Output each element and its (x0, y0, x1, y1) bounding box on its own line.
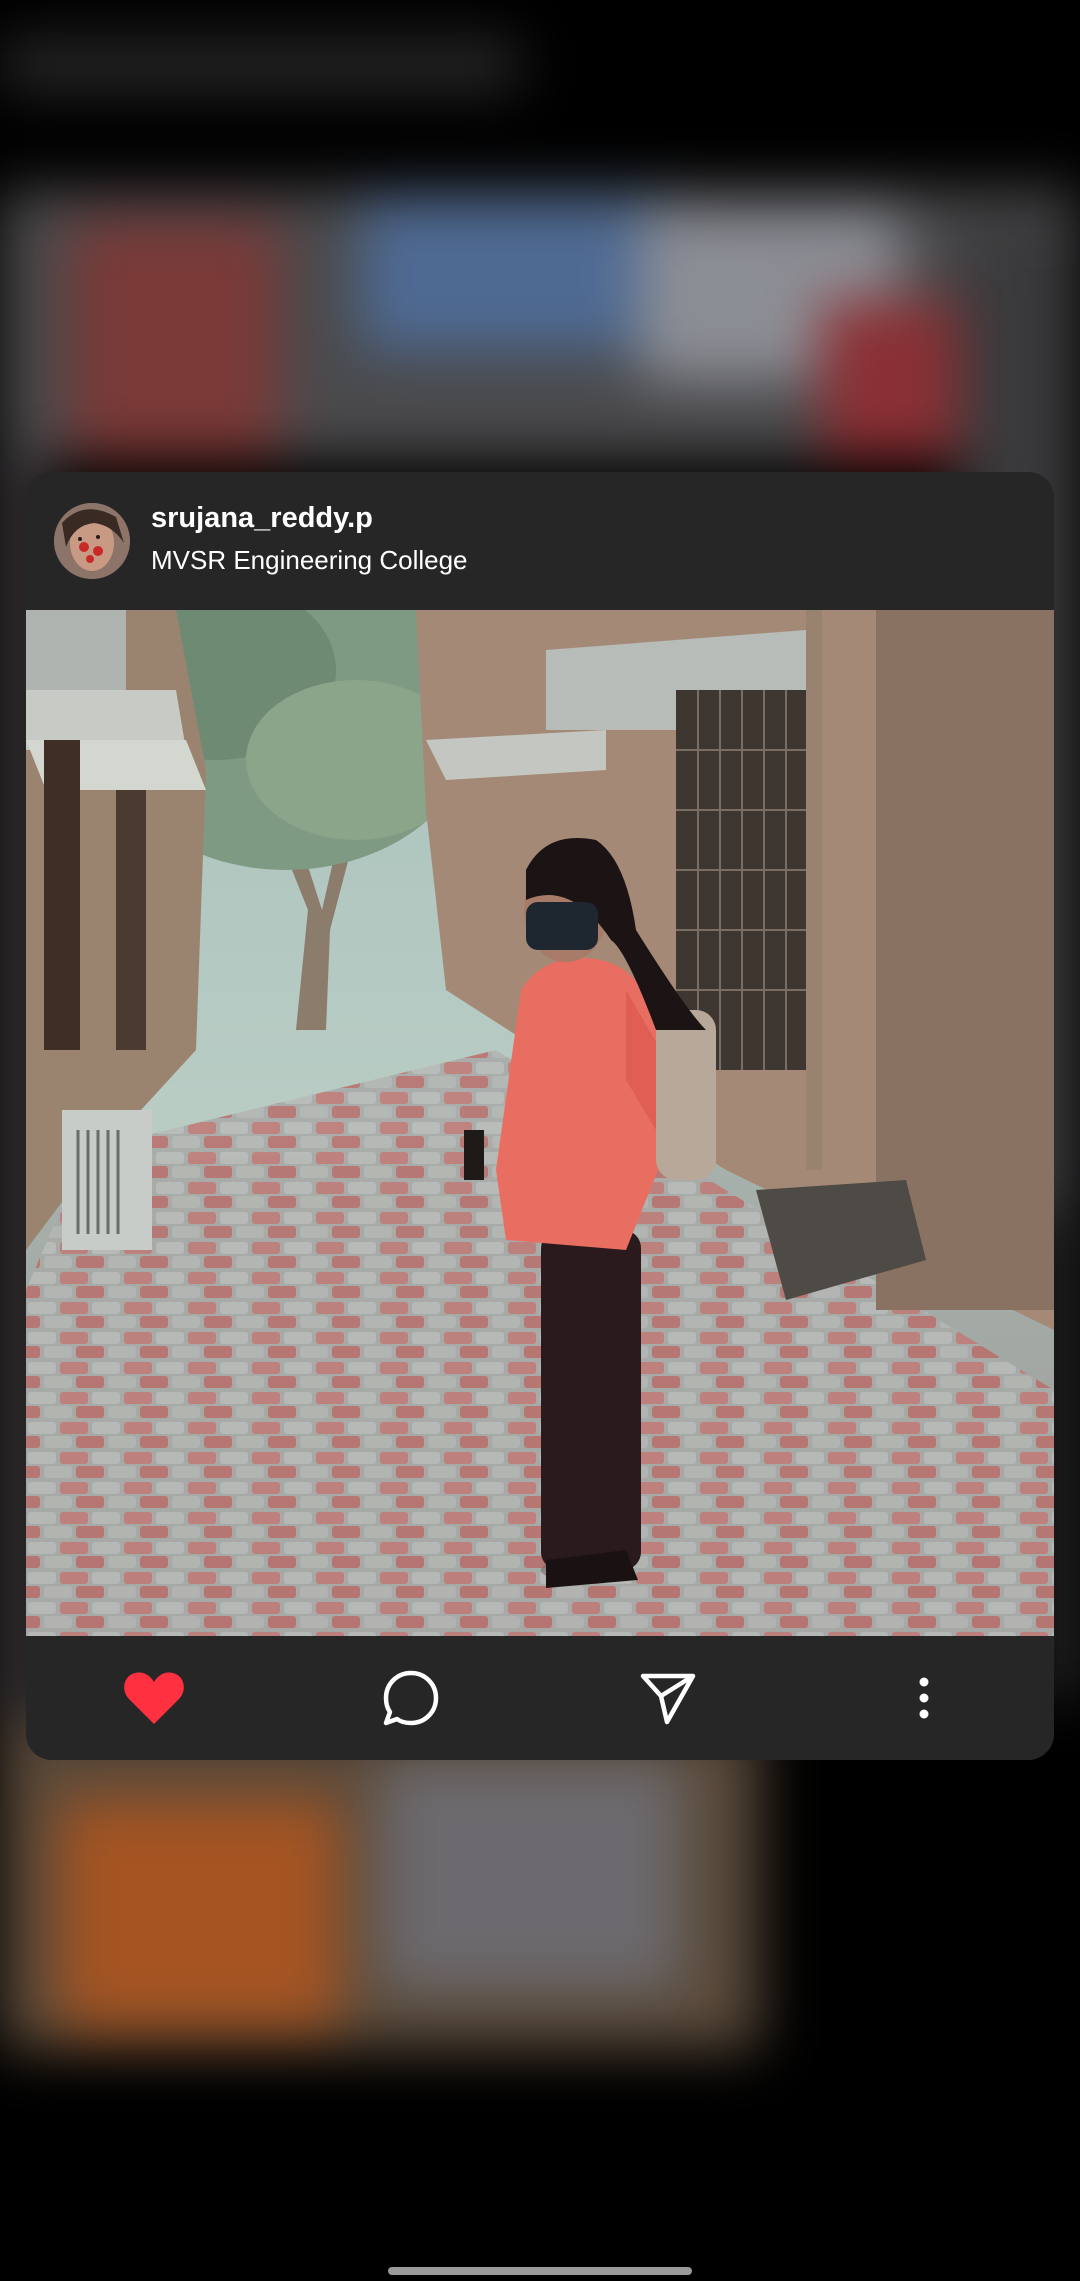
send-icon (640, 1673, 696, 1725)
more-options-button[interactable] (892, 1666, 956, 1730)
post-username[interactable]: srujana_reddy.p (151, 502, 373, 535)
home-indicator[interactable] (388, 2267, 692, 2275)
more-vertical-icon (919, 1677, 929, 1719)
avatar[interactable] (54, 503, 130, 579)
comment-icon (383, 1670, 439, 1726)
screen: srujana_reddy.p MVSR Engineering College (0, 0, 1080, 2281)
post-photo[interactable] (26, 610, 1054, 1636)
post-header: srujana_reddy.p MVSR Engineering College (26, 472, 1054, 610)
like-button[interactable] (122, 1666, 186, 1730)
post-actions-bar (26, 1636, 1054, 1760)
post-preview-card[interactable]: srujana_reddy.p MVSR Engineering College (26, 472, 1054, 1760)
comment-button[interactable] (379, 1666, 443, 1730)
post-location[interactable]: MVSR Engineering College (151, 545, 468, 576)
share-button[interactable] (636, 1666, 700, 1730)
heart-icon (124, 1672, 184, 1724)
